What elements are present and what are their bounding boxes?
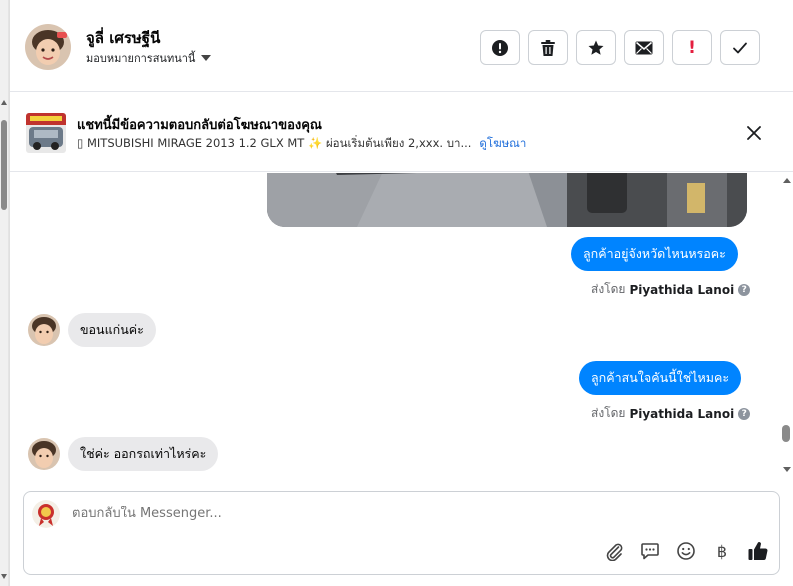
trash-icon xyxy=(541,39,555,56)
scroll-down-arrow-icon[interactable] xyxy=(783,467,791,472)
scroll-down-arrow-icon[interactable] xyxy=(1,574,7,579)
reply-composer: ฿ xyxy=(23,491,780,575)
thumbs-up-icon xyxy=(748,542,768,561)
mark-unread-button[interactable] xyxy=(624,30,664,65)
sender-name: Piyathida Lanoi xyxy=(629,282,735,297)
scroll-thumb[interactable] xyxy=(782,425,790,442)
outgoing-message[interactable]: ลูกค้าสนใจคันนี้ใช่ไหมคะ xyxy=(579,361,742,395)
follow-up-button[interactable]: ! xyxy=(672,30,712,65)
checkmark-icon xyxy=(733,42,747,53)
payment-button[interactable]: ฿ xyxy=(711,540,733,562)
envelope-icon xyxy=(635,41,653,54)
sent-by-label: ส่งโดย Piyathida Lanoi ? xyxy=(591,280,751,299)
paperclip-icon xyxy=(606,543,623,561)
conversation-panel: จูลี่ เศรษฐีนี มอบหมายการสนทนานี้ ! แชทน… xyxy=(9,0,793,586)
sent-by-label: ส่งโดย Piyathida Lanoi ? xyxy=(591,404,751,423)
attach-button[interactable] xyxy=(603,540,625,562)
baht-icon: ฿ xyxy=(716,541,728,561)
view-ad-link[interactable]: ดูโฆษณา xyxy=(479,135,526,153)
message-photo[interactable] xyxy=(267,173,747,227)
chat-bubble-icon xyxy=(641,543,659,560)
like-button[interactable] xyxy=(747,540,769,562)
scroll-up-arrow-icon[interactable] xyxy=(1,100,7,105)
scroll-thumb[interactable] xyxy=(1,120,7,210)
close-banner-button[interactable] xyxy=(744,123,764,143)
star-button[interactable] xyxy=(576,30,616,65)
contact-name: จูลี่ เศรษฐีนี xyxy=(86,29,161,47)
reply-input[interactable] xyxy=(72,506,672,521)
composer-tools: ฿ xyxy=(603,540,769,562)
thread-scrollbar[interactable] xyxy=(780,173,793,483)
sent-by-prefix: ส่งโดย xyxy=(591,406,626,420)
emoji-button[interactable] xyxy=(675,540,697,562)
sent-by-prefix: ส่งโดย xyxy=(591,282,626,296)
contact-avatar-small[interactable] xyxy=(28,314,60,346)
scroll-up-arrow-icon[interactable] xyxy=(783,178,791,183)
header-actions: ! xyxy=(480,30,760,65)
incoming-message[interactable]: ขอนแก่นค่ะ xyxy=(68,313,156,347)
smiley-icon xyxy=(677,542,695,560)
mark-spam-button[interactable] xyxy=(480,30,520,65)
message-thread[interactable]: ลูกค้าอยู่จังหวัดไหนหรอคะ ส่งโดย Piyathi… xyxy=(10,173,780,483)
ad-thumbnail[interactable] xyxy=(26,113,66,153)
delete-button[interactable] xyxy=(528,30,568,65)
alert-circle-icon xyxy=(492,39,508,56)
incoming-message[interactable]: ใช่ค่ะ ออกรถเท่าไหร่คะ xyxy=(68,437,219,471)
ad-banner-subtitle: ▯ MITSUBISHI MIRAGE 2013 1.2 GLX MT ✨ ผ่… xyxy=(77,135,526,153)
star-icon xyxy=(588,40,604,55)
avatar[interactable] xyxy=(25,24,71,70)
conversation-header: จูลี่ เศรษฐีนี มอบหมายการสนทนานี้ ! xyxy=(10,0,793,92)
outgoing-message[interactable]: ลูกค้าอยู่จังหวัดไหนหรอคะ xyxy=(571,237,738,271)
help-icon[interactable]: ? xyxy=(738,407,751,420)
ad-banner-title: แชทนี้มีข้อความตอบกลับต่อโฆษณาของคุณ xyxy=(77,118,322,133)
assign-label: มอบหมายการสนทนานี้ xyxy=(86,52,196,65)
exclamation-icon: ! xyxy=(688,37,696,58)
saved-replies-button[interactable] xyxy=(639,540,661,562)
mark-done-button[interactable] xyxy=(720,30,760,65)
ad-reply-banner: แชทนี้มีข้อความตอบกลับต่อโฆษณาของคุณ ▯ M… xyxy=(10,93,793,172)
ad-description: ▯ MITSUBISHI MIRAGE 2013 1.2 GLX MT ✨ ผ่… xyxy=(77,136,472,150)
close-icon xyxy=(747,126,761,140)
sender-name: Piyathida Lanoi xyxy=(629,406,735,421)
help-icon[interactable]: ? xyxy=(738,283,751,296)
page-scrollbar[interactable] xyxy=(0,0,9,586)
page-avatar xyxy=(32,500,60,528)
assign-conversation-dropdown[interactable]: มอบหมายการสนทนานี้ xyxy=(86,49,212,67)
contact-avatar-small[interactable] xyxy=(28,438,60,470)
caret-down-icon xyxy=(201,55,212,61)
